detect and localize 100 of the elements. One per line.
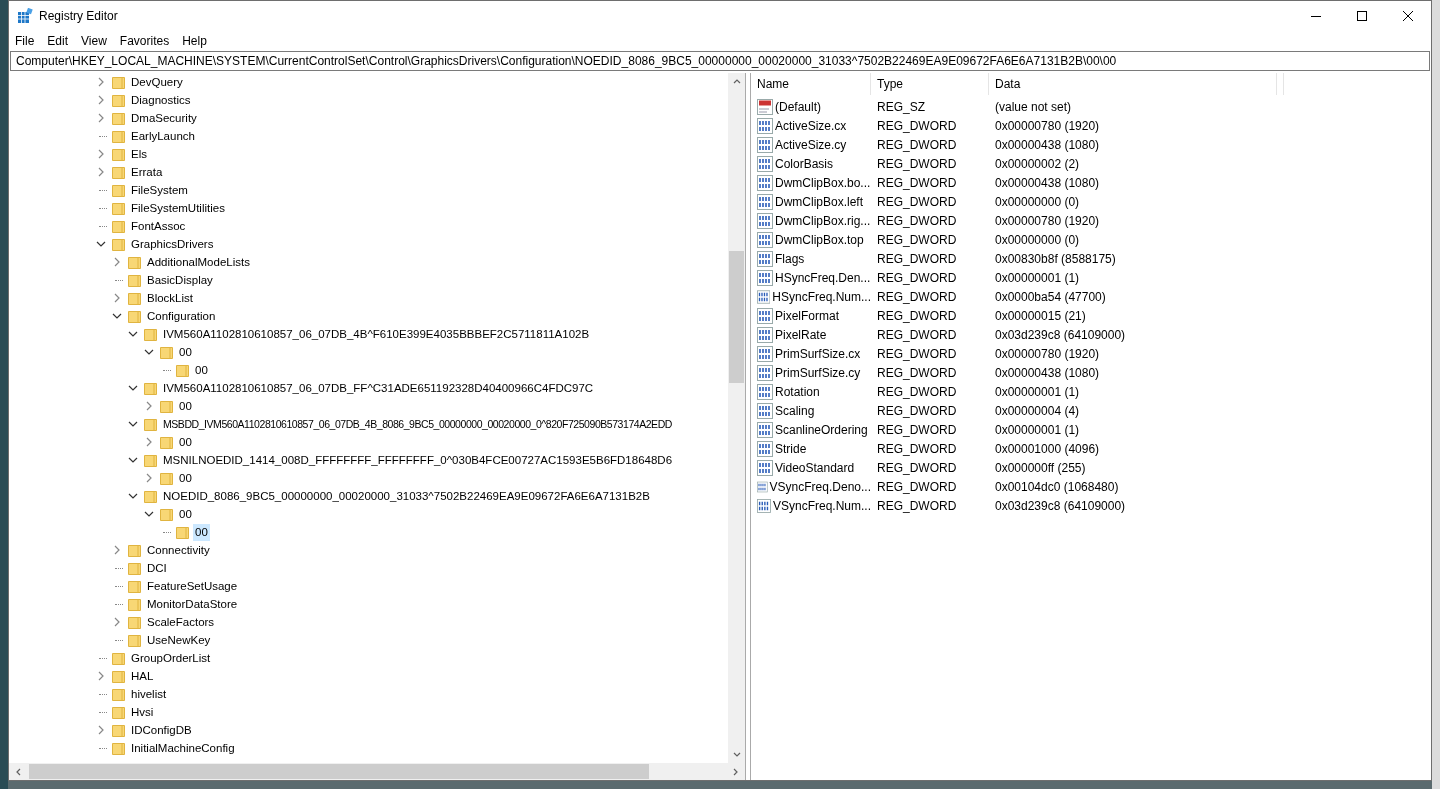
tree-item[interactable]: DCI	[145, 559, 169, 577]
tree-item[interactable]: 00	[177, 469, 194, 487]
scroll-thumb[interactable]	[729, 251, 744, 383]
chevron-down-icon[interactable]	[95, 240, 107, 248]
chevron-down-icon[interactable]	[127, 456, 139, 464]
value-type: REG_DWORD	[876, 384, 958, 399]
chevron-down-icon[interactable]	[111, 312, 123, 320]
menu-item[interactable]: File	[15, 34, 41, 48]
value-name[interactable]: ScanlineOrdering	[775, 422, 868, 437]
folder-icon	[111, 704, 127, 720]
binary-value-icon	[757, 478, 768, 495]
tree-item[interactable]: BasicDisplay	[145, 271, 215, 289]
scroll-down-icon[interactable]	[732, 752, 741, 758]
scroll-right-icon[interactable]	[733, 767, 739, 776]
column-header[interactable]: Type	[871, 73, 989, 95]
tree-item[interactable]: DevQuery	[129, 73, 185, 91]
horizontal-scrollbar[interactable]	[9, 763, 745, 780]
value-name[interactable]: VSyncFreq.Deno...	[769, 479, 871, 494]
value-name[interactable]: PixelFormat	[775, 308, 839, 323]
value-name[interactable]: ActiveSize.cy	[775, 137, 847, 152]
value-name[interactable]: ColorBasis	[775, 156, 834, 171]
tree-item[interactable]: DmaSecurity	[129, 109, 199, 127]
tree-item[interactable]: Els	[129, 145, 149, 163]
value-name[interactable]: Stride	[775, 441, 807, 456]
chevron-down-icon[interactable]	[127, 492, 139, 500]
tree-item[interactable]: 00	[177, 505, 194, 523]
value-name[interactable]: Rotation	[775, 384, 820, 399]
value-name[interactable]: DwmClipBox.left	[775, 194, 864, 209]
tree-item[interactable]: hivelist	[129, 685, 169, 703]
tree-item[interactable]: FontAssoc	[129, 217, 188, 235]
scroll-left-icon[interactable]	[15, 767, 21, 776]
value-name[interactable]: PixelRate	[775, 327, 827, 342]
column-header[interactable]: Name	[751, 73, 871, 95]
tree-item[interactable]: AdditionalModeLists	[145, 253, 252, 271]
scroll-thumb[interactable]	[29, 764, 649, 779]
tree-item[interactable]: BlockList	[145, 289, 196, 307]
folder-icon	[111, 74, 127, 90]
address-bar[interactable]: Computer\HKEY_LOCAL_MACHINE\SYSTEM\CurrentControlSet\Control\GraphicsDrivers\Configuration\NOEDID_8086_9BC5_00000000_00020000_31033^7502B22469EA9E09672FA6E6A7131B2B\00\00	[10, 51, 1430, 71]
tree-item[interactable]: Hvsi	[129, 703, 156, 721]
close-icon	[1403, 11, 1413, 21]
chevron-down-icon[interactable]	[127, 384, 139, 392]
menu-item[interactable]: Edit	[47, 34, 75, 48]
tree-item[interactable]: 00	[177, 343, 194, 361]
menu-item[interactable]: View	[81, 34, 113, 48]
tree-item[interactable]: UseNewKey	[145, 631, 213, 649]
value-name[interactable]: Flags	[775, 251, 805, 266]
value-name[interactable]: DwmClipBox.bo...	[775, 175, 871, 190]
value-name[interactable]: ActiveSize.cx	[775, 118, 847, 133]
value-name[interactable]: HSyncFreq.Den...	[775, 270, 871, 285]
menu-item[interactable]: Favorites	[119, 34, 176, 48]
tree-item[interactable]: InitialMachineConfig	[129, 739, 237, 757]
binary-value-icon	[757, 288, 771, 305]
value-data: 0x00000015 (21)	[994, 308, 1087, 323]
value-name[interactable]: VideoStandard	[775, 460, 855, 475]
chevron-down-icon[interactable]	[127, 420, 139, 428]
tree-item[interactable]: IVM560A1102810610857_06_07DB_FF^C31ADE651192328D40400966C4FDC97C	[161, 379, 596, 397]
tree-item[interactable]: FileSystem	[129, 181, 190, 199]
scroll-up-icon[interactable]	[732, 78, 741, 84]
tree-item[interactable]: MSBDD_IVM560A1102810610857_06_07DB_4B_8086_9BC5_00000000_00020000_0^820F725090B573174A2EDD	[161, 415, 674, 433]
tree-item[interactable]: NOEDID_8086_9BC5_00000000_00020000_31033^7502B22469EA9E09672FA6E6A7131B2B	[161, 487, 652, 505]
tree-item[interactable]: Configuration	[145, 307, 218, 325]
tree-item[interactable]: MSNILNOEDID_1414_008D_FFFFFFFF_FFFFFFFF_0^030B4FCE00727AC1593E5B6FD18648D6	[161, 451, 675, 469]
menu-item[interactable]: Help	[182, 34, 213, 48]
chevron-down-icon[interactable]	[127, 330, 139, 338]
value-data: 0x00000001 (1)	[994, 422, 1081, 437]
folder-icon	[111, 110, 127, 126]
tree-item[interactable]: Diagnostics	[129, 91, 193, 109]
tree-item[interactable]: ScaleFactors	[145, 613, 217, 631]
value-name[interactable]: VSyncFreq.Num...	[772, 498, 871, 513]
chevron-down-icon[interactable]	[143, 348, 155, 356]
tree-item[interactable]: HAL	[129, 667, 156, 685]
column-header[interactable]: Data	[989, 73, 1277, 95]
tree-item[interactable]: GroupOrderList	[129, 649, 213, 667]
tree-item[interactable]: 00	[193, 523, 210, 541]
tree-item[interactable]: Connectivity	[145, 541, 212, 559]
tree-item[interactable]: 00	[177, 397, 194, 415]
folder-icon	[111, 218, 127, 234]
value-name[interactable]: HSyncFreq.Num...	[772, 289, 871, 304]
value-name[interactable]: DwmClipBox.top	[775, 232, 864, 247]
tree-item[interactable]: GraphicsDrivers	[129, 235, 216, 253]
vertical-scrollbar[interactable]	[728, 73, 745, 763]
tree-item[interactable]: Errata	[129, 163, 165, 181]
folder-icon	[111, 164, 127, 180]
value-name[interactable]: PrimSurfSize.cx	[775, 346, 861, 361]
tree-line	[99, 693, 107, 695]
tree-item[interactable]: 00	[193, 361, 210, 379]
tree-item[interactable]: EarlyLaunch	[129, 127, 197, 145]
tree-item[interactable]: IVM560A1102810610857_06_07DB_4B^F610E399E4035BBBEF2C5711811A102B	[161, 325, 592, 343]
tree-item[interactable]: 00	[177, 433, 194, 451]
value-name[interactable]: Scaling	[775, 403, 815, 418]
tree-item[interactable]: MonitorDataStore	[145, 595, 240, 613]
tree-line	[163, 531, 171, 533]
chevron-down-icon[interactable]	[143, 510, 155, 518]
value-name[interactable]: PrimSurfSize.cy	[775, 365, 861, 380]
folder-icon	[175, 362, 191, 378]
tree-item[interactable]: FeatureSetUsage	[145, 577, 240, 595]
tree-item[interactable]: IDConfigDB	[129, 721, 194, 739]
tree-item[interactable]: FileSystemUtilities	[129, 199, 227, 217]
value-name[interactable]: (Default)	[775, 99, 821, 114]
value-name[interactable]: DwmClipBox.rig...	[775, 213, 871, 228]
